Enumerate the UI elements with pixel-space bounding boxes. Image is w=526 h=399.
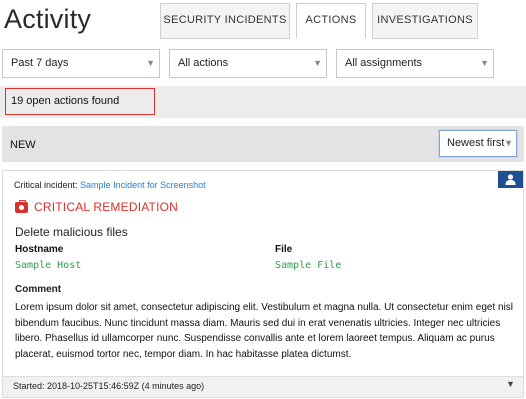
actions-filter-value: All actions	[178, 57, 229, 69]
incident-prefix: Critical incident:	[14, 180, 78, 190]
tab-investigations[interactable]: INVESTIGATIONS	[372, 3, 478, 39]
incident-link[interactable]: Sample Incident for Screenshot	[80, 180, 206, 190]
tab-security-incidents[interactable]: SECURITY INCIDENTS	[160, 3, 290, 39]
severity-label: CRITICAL REMEDIATION	[34, 200, 179, 214]
assignments-filter-value: All assignments	[345, 57, 423, 69]
expand-caret-icon[interactable]: ▼	[506, 379, 515, 389]
sort-select[interactable]: Newest first ▼	[439, 130, 517, 157]
page-title: Activity	[4, 4, 92, 34]
results-count: 19 open actions found	[5, 88, 155, 115]
medkit-icon	[15, 200, 28, 213]
hostname-label: Hostname	[15, 244, 64, 255]
comment-label: Comment	[15, 284, 62, 295]
file-value: Sample File	[275, 260, 342, 271]
time-filter-value: Past 7 days	[11, 57, 69, 69]
hostname-value: Sample Host	[15, 260, 82, 271]
file-label: File	[275, 244, 293, 255]
incident-reference: Critical incident: Sample Incident for S…	[14, 180, 206, 190]
caret-down-icon: ▼	[480, 58, 489, 68]
comment-text: Lorem ipsum dolor sit amet, consectetur …	[15, 302, 514, 360]
action-title: Delete malicious files	[15, 225, 128, 239]
tab-actions[interactable]: ACTIONS	[296, 3, 366, 39]
actions-filter-select[interactable]: All actions ▼	[169, 49, 327, 78]
caret-down-icon: ▼	[504, 138, 513, 148]
sort-value: Newest first	[447, 137, 505, 149]
group-label: NEW	[10, 139, 36, 151]
assign-button[interactable]	[498, 171, 523, 188]
assignments-filter-select[interactable]: All assignments ▼	[336, 49, 494, 78]
started-timestamp: Started: 2018-10-25T15:46:59Z (4 minutes…	[13, 381, 205, 391]
caret-down-icon: ▼	[146, 58, 155, 68]
time-filter-select[interactable]: Past 7 days ▼	[2, 49, 160, 78]
caret-down-icon: ▼	[313, 58, 322, 68]
person-icon	[505, 174, 516, 185]
